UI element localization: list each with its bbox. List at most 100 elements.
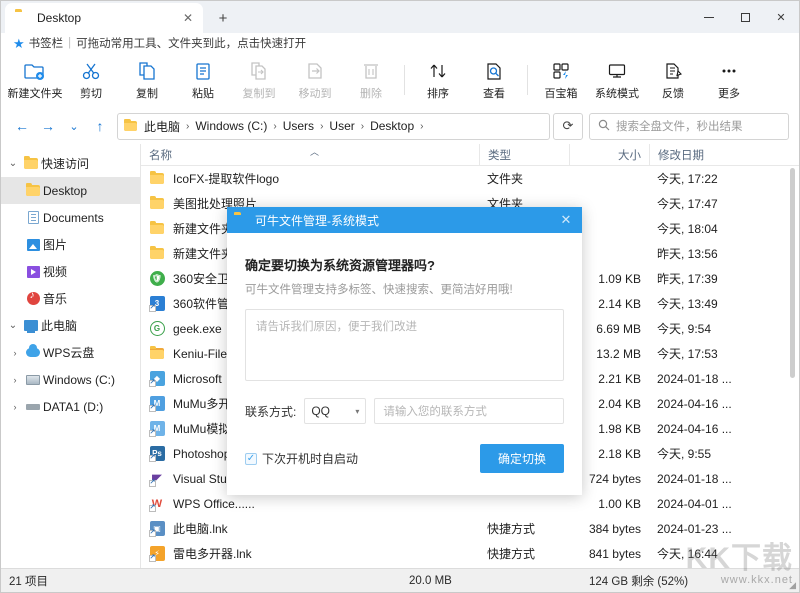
bookmark-bar[interactable]: ★ 书签栏 | 可拖动常用工具、文件夹到此，点击快速打开	[1, 33, 799, 53]
search-input[interactable]: 搜索全盘文件，秒出结果	[589, 113, 789, 140]
new-tab-button[interactable]: +	[209, 4, 237, 32]
status-item-count: 21 项目	[1, 569, 401, 593]
monitor-icon	[607, 60, 627, 82]
file-date-cell: 2024-04-16 ...	[649, 422, 799, 436]
breadcrumb-item-1[interactable]: Windows (C:)	[194, 119, 268, 133]
breadcrumb-item-0[interactable]: 此电脑	[143, 118, 181, 135]
new-folder-button[interactable]: 新建文件夹	[7, 54, 63, 106]
view-button[interactable]: 查看	[466, 54, 522, 106]
table-row[interactable]: ⚡ 雷电多开器.lnk 快捷方式 841 bytes 今天, 16:44	[141, 541, 799, 566]
breadcrumb-separator: ›	[273, 121, 276, 132]
sort-button[interactable]: 排序	[410, 54, 466, 106]
dialog-body: 确定要切换为系统资源管理器吗? 可牛文件管理支持多标签、快速搜索、更简洁好用哦!…	[227, 233, 582, 495]
breadcrumb-item-4[interactable]: Desktop	[369, 119, 415, 133]
close-button[interactable]: ✕	[763, 1, 799, 33]
recent-locations-button[interactable]: ⌄	[61, 113, 87, 139]
system-mode-button[interactable]: 系统模式	[589, 54, 645, 106]
delete-button[interactable]: 删除	[343, 54, 399, 106]
resize-grip-icon[interactable]: ◢	[789, 580, 796, 591]
column-header-size[interactable]: 大小	[569, 144, 649, 166]
sidebar-item-data1-d[interactable]: › DATA1 (D:)	[1, 393, 140, 420]
column-header-name[interactable]: 名称 ︿	[141, 144, 479, 166]
file-date-cell: 今天, 9:55	[649, 445, 799, 462]
column-header-type[interactable]: 类型	[479, 144, 569, 166]
column-header-date[interactable]: 修改日期	[649, 144, 799, 166]
chevron-down-icon: ▾	[355, 407, 359, 416]
breadcrumb-separator: ›	[186, 121, 189, 132]
close-icon[interactable]: ✕	[554, 208, 578, 232]
paste-button[interactable]: 粘贴	[175, 54, 231, 106]
tab-desktop[interactable]: Desktop ✕	[5, 3, 203, 33]
contact-type-select[interactable]: QQ ▾	[304, 398, 366, 424]
cut-button[interactable]: 剪切	[63, 54, 119, 106]
chevron-right-icon[interactable]: ›	[7, 375, 23, 385]
confirm-switch-button[interactable]: 确定切换	[480, 444, 564, 473]
sort-label: 排序	[427, 85, 449, 101]
tab-bar: Desktop ✕ + ✕	[1, 1, 799, 33]
table-row[interactable]: ▣ 此电脑.lnk 快捷方式 384 bytes 2024-01-23 ...	[141, 516, 799, 541]
copy-to-button[interactable]: 复制到	[231, 54, 287, 106]
sidebar-item-documents[interactable]: Documents	[1, 204, 140, 231]
breadcrumb-item-3[interactable]: User	[328, 119, 355, 133]
breadcrumb-separator: ›	[320, 121, 323, 132]
view-icon	[484, 60, 504, 82]
sidebar-item-videos[interactable]: 视频	[1, 258, 140, 285]
copy-button[interactable]: 复制	[119, 54, 175, 106]
column-headers: 名称 ︿ 类型 大小 修改日期	[141, 144, 799, 166]
minimize-button[interactable]	[691, 1, 727, 33]
view-label: 查看	[483, 85, 505, 101]
sidebar-item-label: Documents	[43, 211, 104, 225]
star-icon: ★	[13, 37, 25, 50]
reason-textarea[interactable]: 请告诉我们原因，便于我们改进	[245, 309, 564, 381]
chevron-down-icon[interactable]: ⌄	[5, 320, 21, 331]
file-size-cell: 841 bytes	[569, 547, 649, 561]
folder-icon	[149, 246, 165, 262]
sidebar-item-windows-c[interactable]: › Windows (C:)	[1, 366, 140, 393]
file-name-cell[interactable]: ⚡ 雷电多开器.lnk	[141, 545, 479, 562]
folder-icon	[234, 214, 248, 226]
feedback-icon	[663, 60, 683, 82]
sidebar-item-label: 音乐	[43, 290, 67, 307]
vertical-scrollbar[interactable]	[786, 166, 799, 568]
sidebar-item-music[interactable]: 音乐	[1, 285, 140, 312]
folder-icon	[149, 196, 165, 212]
breadcrumb[interactable]: 此电脑 › Windows (C:) › Users › User › Desk…	[117, 113, 550, 140]
system-drive-icon	[23, 375, 43, 385]
toolbox-label: 百宝箱	[545, 85, 578, 101]
close-icon[interactable]: ✕	[179, 9, 197, 27]
dialog-subtext: 可牛文件管理支持多标签、快速搜索、更简洁好用哦!	[245, 281, 564, 297]
sidebar-item-this-pc[interactable]: ⌄ 此电脑	[1, 312, 140, 339]
table-row[interactable]: IcoFX-提取软件logo 文件夹 今天, 17:22	[141, 166, 799, 191]
file-size-cell: 1.00 KB	[569, 497, 649, 511]
maximize-button[interactable]	[727, 1, 763, 33]
sidebar-item-quick-access[interactable]: ⌄ 快速访问	[1, 150, 140, 177]
new-folder-label: 新建文件夹	[8, 85, 63, 101]
feedback-button[interactable]: 反馈	[645, 54, 701, 106]
refresh-button[interactable]: ⟳	[553, 113, 583, 140]
autostart-checkbox[interactable]: ✓	[245, 453, 257, 465]
chevron-right-icon[interactable]: ›	[7, 348, 23, 358]
file-date-cell: 2024-01-18 ...	[649, 372, 799, 386]
back-button[interactable]: ←	[9, 113, 35, 139]
chevron-down-icon[interactable]: ⌄	[5, 158, 21, 169]
contact-input[interactable]: 请输入您的联系方式	[374, 398, 564, 424]
forward-button[interactable]: →	[35, 113, 61, 139]
file-name-cell[interactable]: ▣ 此电脑.lnk	[141, 520, 479, 537]
sidebar-item-wps-cloud[interactable]: › WPS云盘	[1, 339, 140, 366]
drive-icon	[23, 404, 43, 410]
autostart-label[interactable]: 下次开机时自启动	[262, 450, 358, 467]
file-name-cell[interactable]: IcoFX-提取软件logo	[141, 170, 479, 187]
move-to-button[interactable]: 移动到	[287, 54, 343, 106]
file-name-cell[interactable]: W WPS Office......	[141, 496, 479, 512]
new-folder-icon	[24, 60, 46, 82]
scrollbar-thumb[interactable]	[790, 168, 795, 378]
sidebar-item-pictures[interactable]: 图片	[1, 231, 140, 258]
chevron-right-icon[interactable]: ›	[7, 402, 23, 412]
more-button[interactable]: 更多	[701, 54, 757, 106]
file-date-cell: 今天, 18:04	[649, 220, 799, 237]
sidebar-item-label: Windows (C:)	[43, 373, 115, 387]
breadcrumb-item-2[interactable]: Users	[282, 119, 315, 133]
toolbox-button[interactable]: 百宝箱	[533, 54, 589, 106]
up-button[interactable]: ↑	[87, 113, 113, 139]
sidebar-item-desktop[interactable]: Desktop	[1, 177, 140, 204]
